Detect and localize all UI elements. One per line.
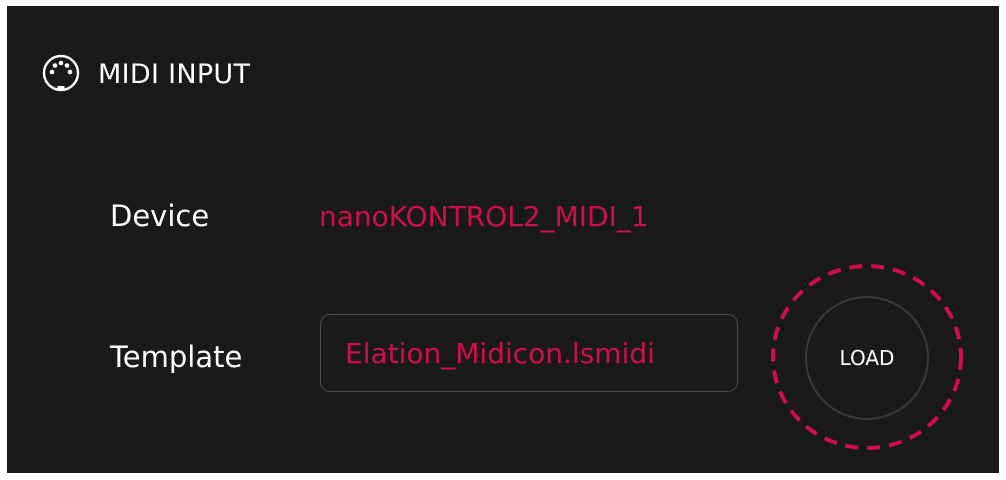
device-value[interactable]: nanoKONTROL2_MIDI_1	[319, 200, 649, 233]
midi-input-panel: MIDI INPUT Device nanoKONTROL2_MIDI_1 Te…	[7, 6, 999, 473]
template-field[interactable]: Elation_Midicon.lsmidi	[320, 314, 738, 392]
panel-header: MIDI INPUT	[40, 54, 250, 94]
template-value: Elation_Midicon.lsmidi	[345, 336, 655, 370]
midi-connector-icon	[42, 54, 80, 92]
template-label: Template	[110, 340, 243, 374]
device-label: Device	[110, 199, 210, 233]
load-button-group: LOAD	[769, 262, 965, 452]
panel-title: MIDI INPUT	[98, 58, 251, 90]
load-button[interactable]: LOAD	[805, 296, 929, 420]
